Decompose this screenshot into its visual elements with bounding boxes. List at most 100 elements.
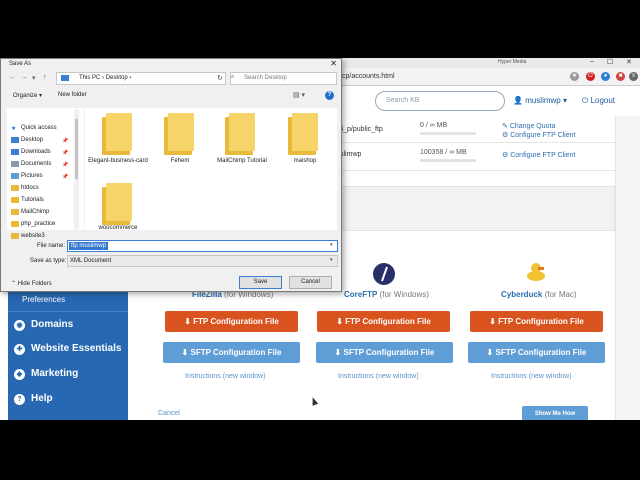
sidebar-item-marketing[interactable]: ◆ Marketing [8,363,128,385]
address-url[interactable]: cp/accounts.html [342,73,395,80]
files-pane: Elegant-business-card Fehem MailChimp Tu… [85,108,337,232]
hide-folders-toggle[interactable]: ⌃ Hide Folders [11,280,52,287]
help-icon[interactable]: ? [325,91,334,100]
change-quota-link[interactable]: ✎ Change Quota [502,122,555,130]
nav-item-mailchimp[interactable]: MailChimp [11,209,49,215]
path-breadcrumb[interactable]: This PC › Desktop › [56,72,226,85]
stop-extension-icon[interactable]: ■ [616,72,625,81]
client-name: Cyberduck [501,290,543,299]
screen: Hyper Media – ☐ ✕ cp/accounts.html ★ O ●… [0,58,640,420]
configure-ftp-client-link[interactable]: ⚙ Configure FTP Client [502,151,575,159]
logout-label: Logout [590,96,616,105]
folder-name[interactable]: Elegant-business-card [88,158,148,165]
cancel-link[interactable]: Cancel [158,410,180,417]
folder-icon[interactable] [102,183,132,225]
nav-item-label: website3 [21,233,45,239]
sidebar-item-website-essentials[interactable]: ✚ Website Essentials [8,338,128,360]
close-window-icon[interactable]: ✕ [626,58,632,66]
menu-icon[interactable]: ≡ [629,72,638,81]
cancel-button[interactable]: Cancel [289,276,332,289]
breadcrumb-desktop[interactable]: Desktop [106,75,128,81]
button-label: SFTP Configuration File [495,348,587,357]
coreftp-instructions-link[interactable]: Instructions (new window) [338,373,419,380]
up-arrow-icon[interactable]: ↑ [43,74,47,81]
sidebar-item-domains[interactable]: ◉ Domains [8,314,128,336]
folder-name[interactable]: maishop [275,158,335,165]
back-arrow-icon[interactable]: ← [9,74,16,81]
folder-icon[interactable] [288,113,318,155]
maximize-icon[interactable]: ☐ [607,58,613,66]
sidebar-item-help[interactable]: ? Help [8,388,128,410]
nav-scrollbar-thumb[interactable] [75,119,78,179]
pictures-icon [11,173,19,179]
save-type-label: Save as type: [30,258,67,264]
folder-icon[interactable] [225,113,255,155]
nav-item-website3[interactable]: website3 [11,233,45,239]
nav-item-label: Desktop [21,137,44,143]
nav-item-label: Downloads [21,149,51,155]
button-label: FTP Configuration File [498,317,584,326]
opera-extension-icon[interactable]: O [586,72,595,81]
nav-item-php-practice[interactable]: php_practice [11,221,56,227]
right-scroll-strip [615,116,640,420]
chevron-down-icon[interactable]: ▾ [330,257,333,263]
chevron-down-icon[interactable]: ▾ [330,242,333,248]
client-name: CoreFTP [344,290,378,299]
nav-item-htdocs[interactable]: htdocs [11,185,39,191]
save-button[interactable]: Save [239,276,282,289]
save-type-select[interactable]: XML Document [67,255,338,267]
extension-icon[interactable]: ● [601,72,610,81]
folder-name[interactable]: Fehem [150,158,210,165]
breadcrumb-this-pc[interactable]: This PC [79,75,100,81]
cyberduck-ftp-config-button[interactable]: ⬇ FTP Configuration File [470,311,603,332]
folder-icon [11,233,19,239]
browser-tab[interactable]: Hyper Media [498,59,526,65]
recent-dropdown-icon[interactable]: ▾ [32,74,36,82]
user-menu[interactable]: 👤 muslimwp ▾ [513,96,567,105]
logout-link[interactable]: ⏻ Logout [582,96,615,106]
folder-icon [11,209,19,215]
forward-arrow-icon[interactable]: → [21,74,28,81]
search-placeholder: Search Desktop [244,75,287,81]
configure-ftp-client-link[interactable]: ⚙ Configure FTP Client [502,131,575,139]
nav-item-label: php_practice [21,221,56,227]
filezilla-ftp-config-button[interactable]: ⬇ FTP Configuration File [165,311,298,332]
nav-item-downloads[interactable]: Downloads [11,149,51,155]
folder-icon [11,185,19,191]
client-name-coreftp: CoreFTP (for Windows) [344,290,429,299]
dialog-title: Save As [9,61,32,67]
nav-item-quick-access[interactable]: ★ Quick access [11,125,57,132]
bookmark-star-icon[interactable]: ★ [570,72,579,81]
refresh-icon[interactable]: ↻ [217,74,223,82]
sidebar-item-label: Marketing [31,368,79,379]
folder-name[interactable]: woocommerce [88,225,148,232]
new-folder-button[interactable]: New folder [58,92,87,98]
nav-item-pictures[interactable]: Pictures [11,173,43,179]
show-me-how-button[interactable]: Show Me How [522,406,588,420]
file-name-value[interactable]: ftp muslimwp [69,242,109,250]
row-divider [340,170,615,171]
filezilla-instructions-link[interactable]: Instructions (new window) [185,373,266,380]
search-kb-input[interactable]: Search KB [375,91,505,111]
folder-icon[interactable] [164,113,194,155]
file-name-label: File name: [37,243,66,249]
client-platform: (for Windows) [379,290,429,299]
folder-icon[interactable] [102,113,132,155]
search-desktop-input[interactable]: Search Desktop [230,72,337,85]
organize-button[interactable]: Organize ▾ [13,92,42,99]
sidebar-preferences[interactable]: Preferences [22,295,65,304]
coreftp-sftp-config-button[interactable]: ⬇ SFTP Configuration File [316,342,453,363]
nav-item-desktop[interactable]: Desktop [11,137,44,143]
filezilla-sftp-config-button[interactable]: ⬇ SFTP Configuration File [163,342,300,363]
close-icon[interactable]: ✕ [330,59,337,68]
cyberduck-sftp-config-button[interactable]: ⬇ SFTP Configuration File [468,342,605,363]
nav-item-documents[interactable]: Documents [11,161,51,167]
folder-icon [11,197,19,203]
cyberduck-instructions-link[interactable]: Instructions (new window) [491,373,572,380]
folder-name[interactable]: MailChimp Tutorial [212,158,272,165]
view-options-icon[interactable]: ▤ ▾ [293,91,305,99]
ftp-row-path: li_p/public_ftp [340,126,383,133]
minimize-icon[interactable]: – [590,58,594,65]
nav-item-tutorials[interactable]: Tutorials [11,197,44,203]
coreftp-ftp-config-button[interactable]: ⬇ FTP Configuration File [317,311,450,332]
